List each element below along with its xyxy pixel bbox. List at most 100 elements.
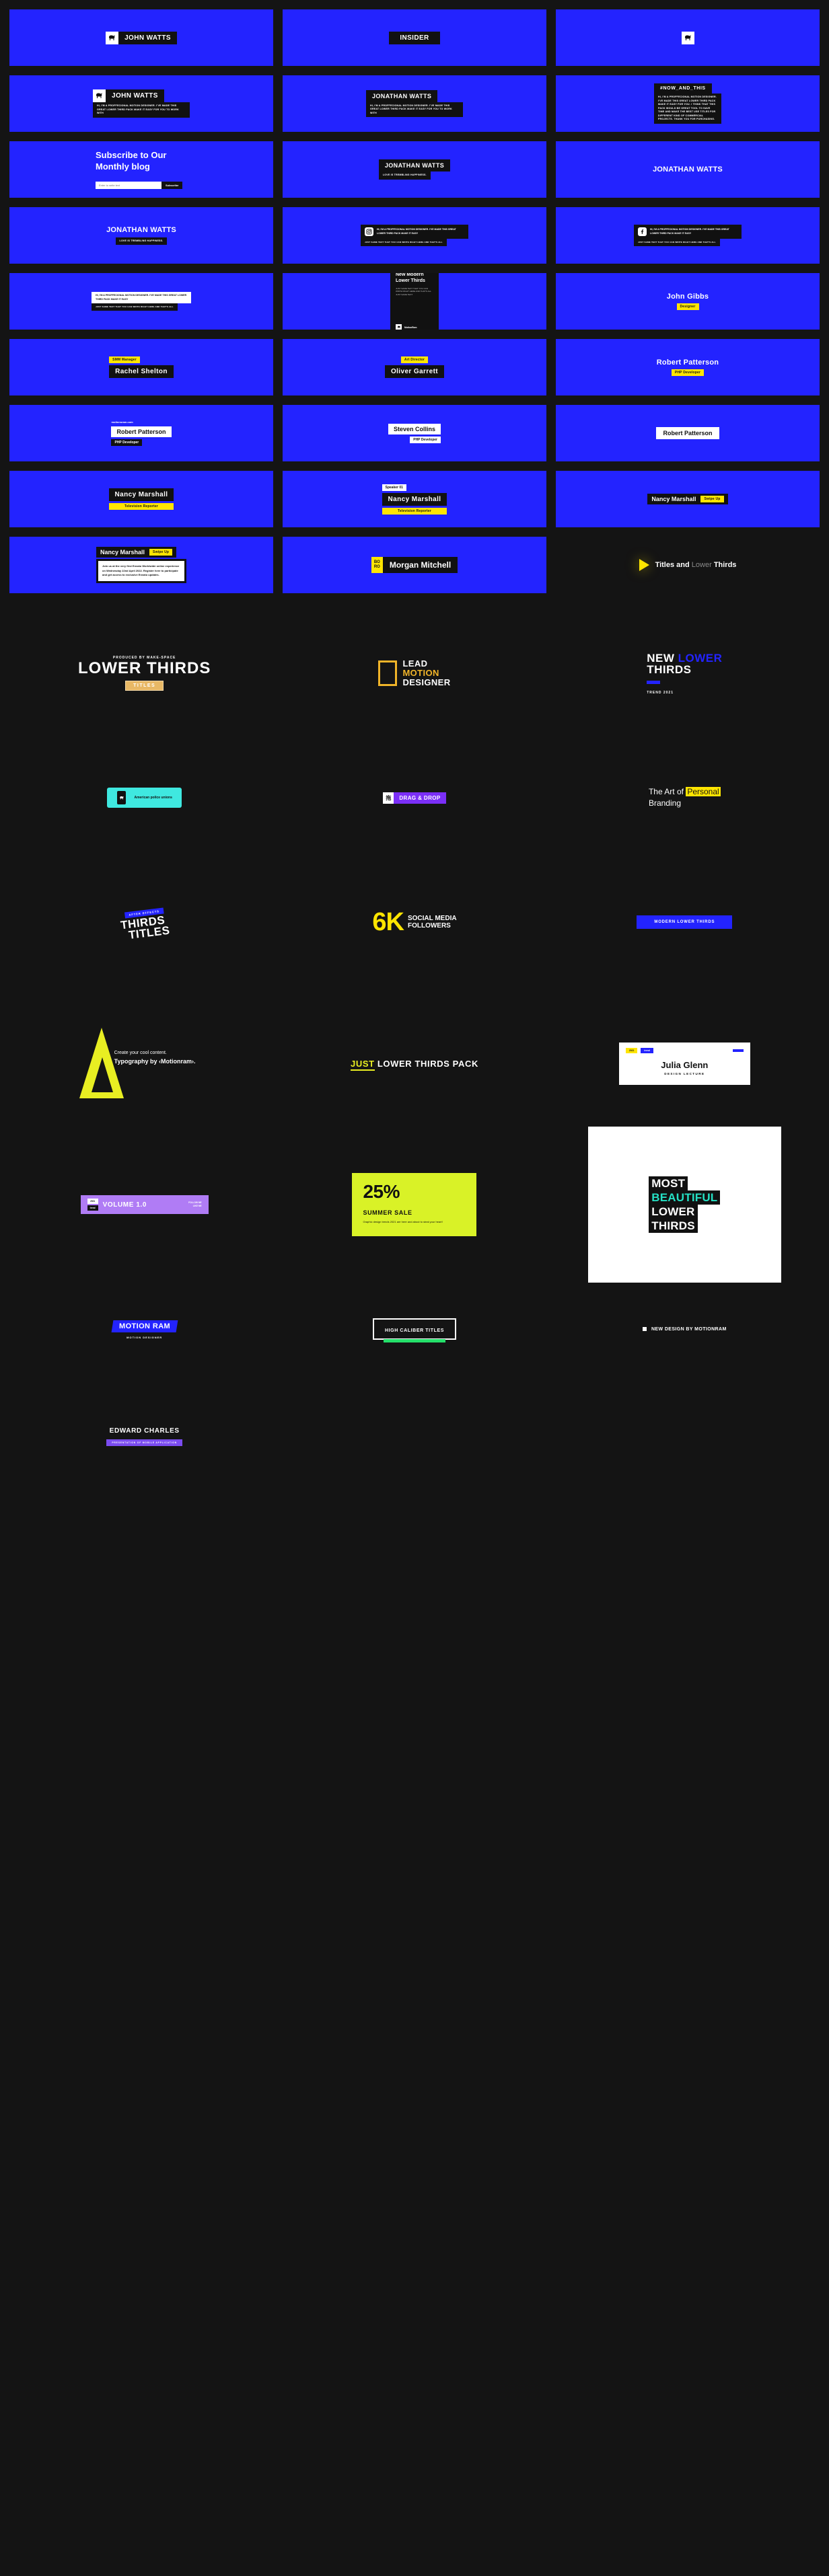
showcase-cell[interactable]: NEW DESIGN BY MOTIONRAM	[550, 1275, 820, 1383]
sheep-logo-icon	[396, 324, 402, 330]
person-role: PHP Developer	[671, 369, 705, 376]
showcase-cell[interactable]: PRODUCED BY MAKE-SPACE LOWER THIRDS TITL…	[9, 603, 279, 744]
preview-card[interactable]: JONATHAN WATTS LOVE IS TREMBLING HAPPINE…	[9, 207, 273, 264]
showcase-row: 2021 trend VOLUME 1.0 FOLLOW ME LIKE ME …	[9, 1127, 820, 1283]
preview-card[interactable]: JONATHAN WATTS	[556, 141, 820, 198]
person-name: Nancy Marshall	[100, 549, 145, 556]
police-label: American police unions	[134, 796, 172, 800]
preview-card[interactable]: HI, I'M A PROFFECIONAL MOTION DESIGNER. …	[556, 207, 820, 264]
preview-card[interactable]: BO RO Morgan Mitchell	[283, 537, 546, 593]
preview-card[interactable]: New Modern Lower Thirds JUST SAME TEXT T…	[283, 273, 546, 330]
lower-third-social: HI, I'M A PROFFECIONAL MOTION DESIGNER. …	[634, 225, 742, 246]
preview-card[interactable]: JOHN WATTS HI, I'M A PROFFECIONAL MOTION…	[9, 75, 273, 132]
preview-card[interactable]: JONATHAN WATTS LOVE IS TREMBLING HAPPINE…	[283, 141, 546, 198]
showcase-row: AFTER EFFECTS THIRDS TITLES 6K SOCIAL ME…	[9, 851, 820, 993]
preview-card[interactable]: Steven Collins PHP Developer	[283, 405, 546, 461]
modern-lower-thirds-button[interactable]: MODERN LOWER THIRDS	[637, 915, 733, 929]
subscribe-form[interactable]: Subscribe	[96, 181, 187, 189]
police-lower-third: American police unions	[107, 788, 182, 808]
showcase-cell[interactable]: 25% SUMMER SALE Graphic design trends 20…	[279, 1134, 549, 1275]
person-lower-third: Nancy Marshall Television Reporter	[108, 488, 174, 510]
announcement-lower-third: Nancy Marshall Swipe Up Join us at the v…	[96, 547, 186, 583]
follow-line-2: LIKE ME	[192, 1205, 202, 1207]
showcase-cell[interactable]: The Art of Personal Branding	[550, 744, 820, 851]
announcement-text: Join us at the very first Envato Worldwi…	[102, 564, 180, 577]
showcase-cell[interactable]: American police unions	[9, 744, 279, 851]
subscribe-heading: Subscribe to Our Monthly blog	[96, 150, 167, 172]
person-name: John Gibbs	[666, 293, 709, 301]
person-name: Nancy Marshall	[651, 496, 696, 502]
preview-card[interactable]: Robert Patterson	[556, 405, 820, 461]
thirds-word: THIRDS	[647, 662, 692, 676]
subscribe-button[interactable]: Subscribe	[161, 181, 183, 189]
triangle-line-2: Typography by ‹Motionram›.	[114, 1058, 196, 1065]
high-caliber-label: HIGH CALIBER TITLES	[384, 1328, 444, 1333]
preview-card[interactable]: Nancy Marshall Television Reporter	[9, 471, 273, 527]
showcase-cell[interactable]: 拖 DRAG & DROP	[279, 744, 549, 851]
showcase-cell[interactable]: MOST BEAUTIFUL LOWER THIRDS	[550, 1127, 820, 1283]
showcase-cell[interactable]: 2021 trend Julia Glenn DESIGN LECTURE	[550, 993, 820, 1134]
trend-tag: trend	[641, 1047, 653, 1053]
year-tag: 2021	[87, 1199, 98, 1204]
person-name: Nancy Marshall	[388, 495, 441, 503]
year-tag: 2021	[625, 1047, 638, 1053]
swipe-up-button[interactable]: Swipe Up	[149, 549, 173, 556]
showcase-cell[interactable]: JUST LOWER THIRDS PACK	[279, 993, 549, 1134]
preview-card[interactable]: HI, I'M A PROFFECIONAL MOTION DESIGNER. …	[283, 207, 546, 264]
description-text: HI, I'M A PROFFECIONAL MOTION DESIGNER. …	[366, 102, 463, 118]
preview-card[interactable]: SMM Manager Rachel Shelton	[9, 339, 273, 395]
lower-third-with-subtext: #NOW_AND_THIS HI, I'M A PROFFECIONAL MOT…	[654, 83, 721, 124]
email-input[interactable]	[96, 181, 161, 189]
preview-card[interactable]: Art Director Oliver Garrett	[283, 339, 546, 395]
description-text: HI, I'M A PROFFECIONAL MOTION DESIGNER. …	[93, 102, 190, 118]
hashtag-label: #NOW_AND_THIS	[660, 86, 706, 91]
name-label: JONATHAN WATTS	[106, 225, 176, 234]
drag-drop-lower-third: 拖 DRAG & DROP	[383, 792, 446, 804]
person-role: PHP Developer	[111, 439, 143, 446]
showcase-cell-empty	[550, 1383, 820, 1490]
showcase-cell[interactable]: HIGH CALIBER TITLES	[279, 1275, 549, 1383]
preview-card[interactable]: Robert Patterson PHP Developer	[556, 339, 820, 395]
square-bullet-icon	[642, 1327, 647, 1331]
swipe-up-button[interactable]: Swipe Up	[700, 496, 724, 502]
new-design-label: NEW DESIGN BY MOTIONRAM	[651, 1326, 727, 1332]
art-of-branding: The Art of Personal Branding	[649, 786, 721, 810]
person-name: Julia Glenn	[661, 1059, 709, 1070]
phone-mockup: New Modern Lower Thirds JUST SAME TEXT T…	[390, 273, 439, 330]
subscribe-card[interactable]: Subscribe to Our Monthly blog Subscribe	[9, 141, 273, 198]
lower-third-with-subtext: JONATHAN WATTS HI, I'M A PROFFECIONAL MO…	[366, 89, 463, 118]
person-lower-third: Nancy Marshall Swipe Up	[647, 494, 728, 504]
showcase-cell[interactable]: AFTER EFFECTS THIRDS TITLES	[9, 851, 279, 993]
preview-card[interactable]: Nancy Marshall Swipe Up Join us at the v…	[9, 537, 273, 593]
titles-word: TITLES	[127, 923, 171, 942]
showcase-cell[interactable]: 2021 trend VOLUME 1.0 FOLLOW ME LIKE ME	[9, 1134, 279, 1275]
titles-tag: TITLES	[125, 681, 164, 691]
preview-card[interactable]: #NOW_AND_THIS HI, I'M A PROFFECIONAL MOT…	[556, 75, 820, 132]
showcase-cell[interactable]: Create your cool content. Typography by …	[9, 993, 279, 1134]
preview-card[interactable]: John Gibbs Designer	[556, 273, 820, 330]
showcase-cell[interactable]: NEW LOWER THIRDS TREND 2021	[550, 603, 820, 744]
high-caliber-titles: HIGH CALIBER TITLES	[372, 1318, 456, 1342]
frame-icon	[378, 660, 398, 686]
showcase-cell[interactable]: 6K SOCIAL MEDIA FOLLOWERS	[279, 851, 549, 993]
instagram-icon	[365, 227, 373, 237]
preview-card[interactable]: JOHN WATTS	[9, 9, 273, 66]
titles-part-3: Thirds	[713, 561, 737, 569]
showcase-cell[interactable]: MODERN LOWER THIRDS	[550, 851, 820, 993]
lower-third-bar: INSIDER	[389, 31, 440, 44]
preview-card[interactable]: INSIDER	[283, 9, 546, 66]
preview-card[interactable]: Nancy Marshall Swipe Up	[556, 471, 820, 527]
person-lower-third: Steven Collins PHP Developer	[388, 423, 441, 443]
preview-card[interactable]: Speaker 01 Nancy Marshall Television Rep…	[283, 471, 546, 527]
sheep-logo-icon	[93, 89, 106, 103]
preview-card[interactable]	[556, 9, 820, 66]
preview-card[interactable]: HI, I'M A PROFFECIONAL MOTION DESIGNER. …	[9, 273, 273, 330]
showcase-cell[interactable]: MOTION RAM MOTION DESIGNER	[9, 1275, 279, 1383]
showcase-cell[interactable]: EDWARD CHARLES PRESENTATION OF MOBILE AP…	[9, 1383, 279, 1490]
preview-card[interactable]: motionsram.com Robert Patterson PHP Deve…	[9, 405, 273, 461]
description-text: HI, I'M A PROFFECIONAL MOTION DESIGNER. …	[377, 228, 456, 235]
preview-card[interactable]: JONATHAN WATTS HI, I'M A PROFFECIONAL MO…	[283, 75, 546, 132]
drag-glyph-icon: 拖	[383, 792, 394, 804]
showcase-cell[interactable]: LEAD MOTION DESIGNER	[279, 603, 549, 744]
lower-third-with-subtext: JONATHAN WATTS LOVE IS TREMBLING HAPPINE…	[106, 226, 176, 245]
